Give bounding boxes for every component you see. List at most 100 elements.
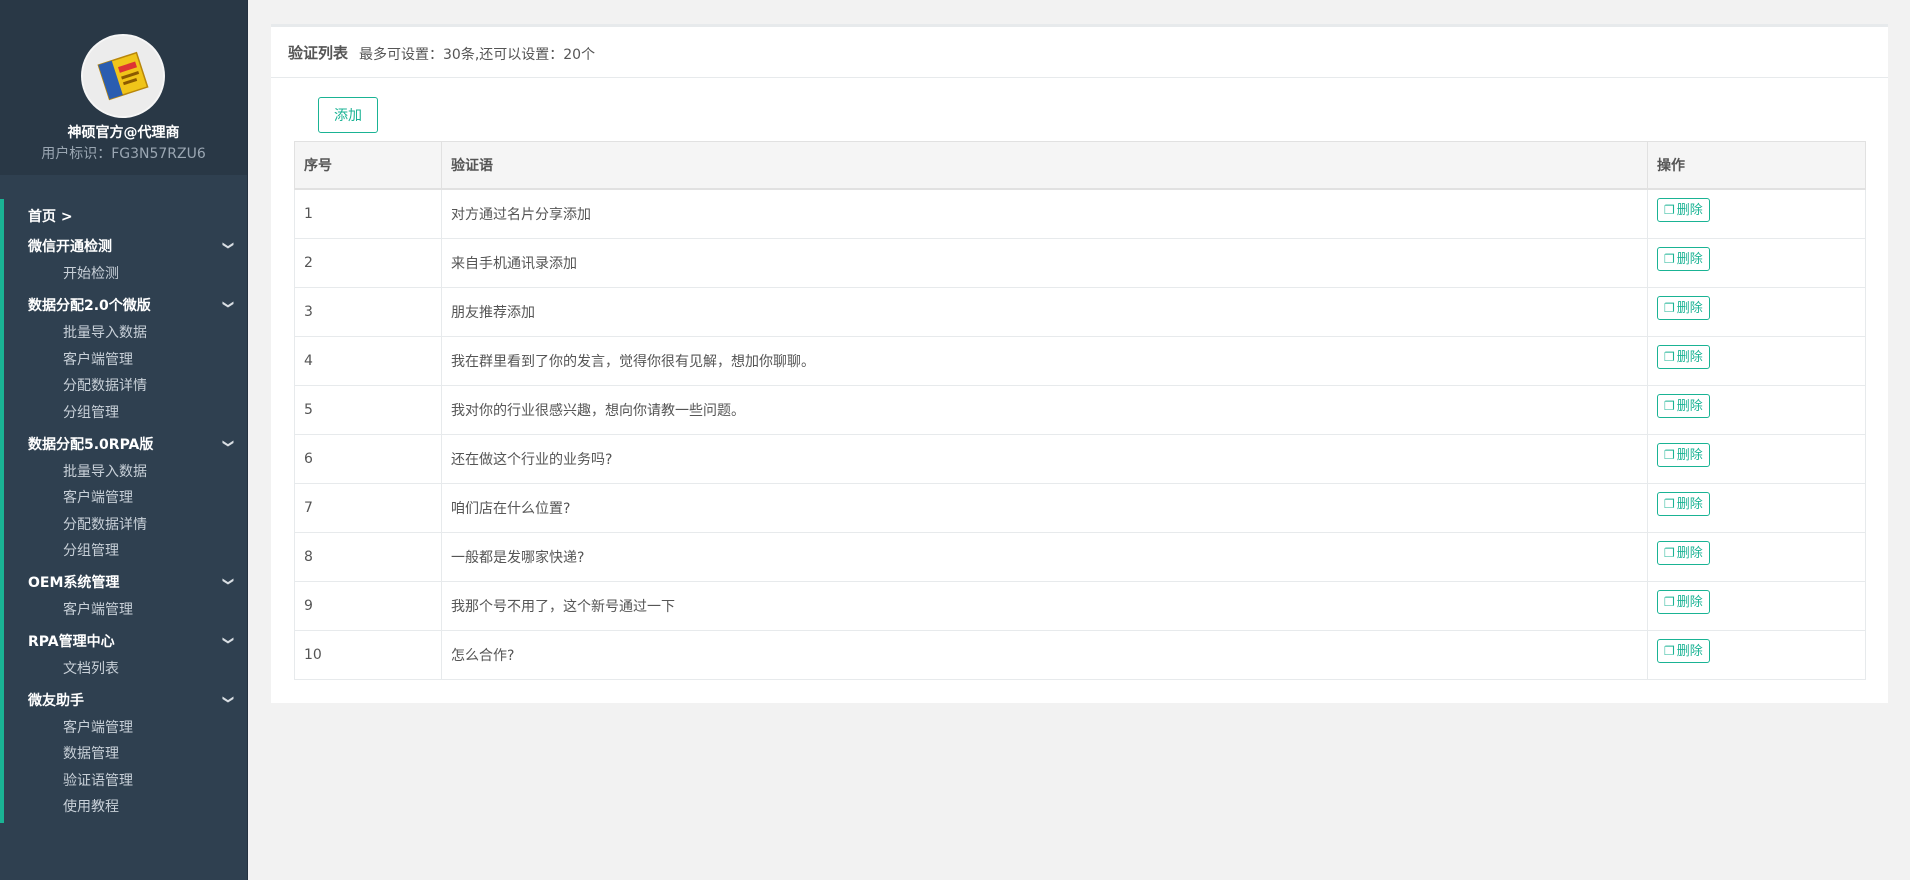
delete-label: 删除	[1676, 644, 1703, 659]
chevron-down-icon[interactable]: ❯	[222, 577, 235, 586]
copy-icon: ❐	[1664, 497, 1675, 511]
copy-icon: ❐	[1664, 448, 1675, 462]
copy-icon: ❐	[1664, 203, 1675, 217]
verify-table: 序号 验证语 操作 1 对方通过名片分享添加 ❐ 删除 2 来自手机通讯录添加 ❐…	[294, 141, 1866, 680]
table-row: 8 一般都是发哪家快递? ❐ 删除	[294, 532, 1866, 582]
chevron-down-icon[interactable]: ❯	[222, 636, 235, 645]
delete-label: 删除	[1676, 546, 1703, 561]
copy-icon: ❐	[1664, 301, 1675, 315]
cell-number: 10	[294, 630, 442, 680]
table-row: 2 来自手机通讯录添加 ❐ 删除	[294, 238, 1866, 288]
cell-text: 怎么合作?	[441, 630, 1648, 680]
user-name: 神硕官方@代理商	[67, 125, 180, 141]
chevron-down-icon[interactable]: ❯	[222, 439, 235, 448]
nav-item-client-manage[interactable]: 客户端管理	[63, 487, 133, 507]
cell-text: 一般都是发哪家快递?	[441, 532, 1648, 582]
nav-item-doc-list[interactable]: 文档列表	[63, 658, 119, 678]
user-id: 用户标识：FG3N57RZU6	[41, 146, 206, 162]
table-row: 10 怎么合作? ❐ 删除	[294, 630, 1866, 680]
delete-button[interactable]: ❐ 删除	[1657, 198, 1710, 222]
delete-label: 删除	[1676, 252, 1703, 267]
cell-action: ❐ 删除	[1647, 238, 1866, 288]
nav-item-group-manage[interactable]: 分组管理	[63, 402, 119, 422]
nav-item-tutorial[interactable]: 使用教程	[63, 796, 119, 816]
copy-icon: ❐	[1664, 399, 1675, 413]
verify-panel: 验证列表 最多可设置：30条,还可以设置：20个 添加 序号 验证语 操作 1 …	[271, 24, 1888, 703]
delete-button[interactable]: ❐ 删除	[1657, 443, 1710, 467]
cell-text: 我对你的行业很感兴趣，想向你请教一些问题。	[441, 385, 1648, 435]
copy-icon: ❐	[1664, 252, 1675, 266]
table-row: 5 我对你的行业很感兴趣，想向你请教一些问题。 ❐ 删除	[294, 385, 1866, 435]
cell-action: ❐ 删除	[1647, 532, 1866, 582]
cell-action: ❐ 删除	[1647, 483, 1866, 533]
table-row: 4 我在群里看到了你的发言，觉得你很有见解，想加你聊聊。 ❐ 删除	[294, 336, 1866, 386]
nav-item-batch-import[interactable]: 批量导入数据	[63, 461, 147, 481]
copy-icon: ❐	[1664, 546, 1675, 560]
delete-label: 删除	[1676, 497, 1703, 512]
delete-button[interactable]: ❐ 删除	[1657, 590, 1710, 614]
copy-icon: ❐	[1664, 350, 1675, 364]
table-header-row: 序号 验证语 操作	[294, 141, 1866, 190]
cell-action: ❐ 删除	[1647, 336, 1866, 386]
nav-item-client-manage[interactable]: 客户端管理	[63, 717, 133, 737]
cell-text: 还在做这个行业的业务吗?	[441, 434, 1648, 484]
nav-group-data-5[interactable]: 数据分配5.0RPA版	[28, 434, 153, 454]
nav-item-client-manage[interactable]: 客户端管理	[63, 349, 133, 369]
nav-group-oem[interactable]: OEM系统管理	[28, 572, 119, 592]
panel-header: 验证列表 最多可设置：30条,还可以设置：20个	[271, 27, 1888, 78]
table-row: 9 我那个号不用了，这个新号通过一下 ❐ 删除	[294, 581, 1866, 631]
nav-group-rpa[interactable]: RPA管理中心	[28, 631, 115, 651]
column-header-text: 验证语	[441, 141, 1648, 190]
add-button[interactable]: 添加	[318, 97, 378, 133]
panel-subtitle: 最多可设置：30条,还可以设置：20个	[359, 47, 596, 63]
nav-menu: 首页 > 微信开通检测 ❯ 开始检测 数据分配2.0个微版 ❯ 批量导入数据 客…	[0, 199, 247, 823]
cell-number: 7	[294, 483, 442, 533]
delete-button[interactable]: ❐ 删除	[1657, 345, 1710, 369]
cell-number: 4	[294, 336, 442, 386]
avatar[interactable]	[83, 36, 163, 116]
nav-item-distribution-detail[interactable]: 分配数据详情	[63, 514, 147, 534]
nav-home[interactable]: 首页 >	[28, 206, 73, 226]
delete-label: 删除	[1676, 350, 1703, 365]
table-row: 3 朋友推荐添加 ❐ 删除	[294, 287, 1866, 337]
delete-button[interactable]: ❐ 删除	[1657, 247, 1710, 271]
column-header-number: 序号	[294, 141, 442, 190]
table-row: 7 咱们店在什么位置? ❐ 删除	[294, 483, 1866, 533]
cell-action: ❐ 删除	[1647, 434, 1866, 484]
cell-text: 朋友推荐添加	[441, 287, 1648, 337]
cell-number: 2	[294, 238, 442, 288]
copy-icon: ❐	[1664, 644, 1675, 658]
nav-item-data-manage[interactable]: 数据管理	[63, 743, 119, 763]
delete-button[interactable]: ❐ 删除	[1657, 394, 1710, 418]
table-row: 6 还在做这个行业的业务吗? ❐ 删除	[294, 434, 1866, 484]
cell-number: 1	[294, 188, 442, 239]
nav-item-client-manage[interactable]: 客户端管理	[63, 599, 133, 619]
nav-item-distribution-detail[interactable]: 分配数据详情	[63, 375, 147, 395]
delete-button[interactable]: ❐ 删除	[1657, 639, 1710, 663]
nav-item-start-check[interactable]: 开始检测	[63, 263, 119, 283]
cell-number: 3	[294, 287, 442, 337]
nav-group-data-2[interactable]: 数据分配2.0个微版	[28, 295, 151, 315]
delete-button[interactable]: ❐ 删除	[1657, 541, 1710, 565]
column-header-action: 操作	[1647, 141, 1866, 190]
cell-action: ❐ 删除	[1647, 385, 1866, 435]
nav-item-batch-import[interactable]: 批量导入数据	[63, 322, 147, 342]
delete-label: 删除	[1676, 399, 1703, 414]
copy-icon: ❐	[1664, 595, 1675, 609]
cell-number: 6	[294, 434, 442, 484]
nav-item-verify-manage[interactable]: 验证语管理	[63, 770, 133, 790]
delete-button[interactable]: ❐ 删除	[1657, 296, 1710, 320]
delete-label: 删除	[1676, 301, 1703, 316]
nav-item-group-manage[interactable]: 分组管理	[63, 540, 119, 560]
chevron-down-icon[interactable]: ❯	[222, 300, 235, 309]
nav-group-weiyou[interactable]: 微友助手	[28, 690, 84, 710]
chevron-down-icon[interactable]: ❯	[222, 695, 235, 704]
cell-number: 5	[294, 385, 442, 435]
cell-text: 咱们店在什么位置?	[441, 483, 1648, 533]
delete-label: 删除	[1676, 203, 1703, 218]
delete-button[interactable]: ❐ 删除	[1657, 492, 1710, 516]
panel-title: 验证列表	[288, 44, 349, 62]
sidebar: 神硕官方@代理商 用户标识：FG3N57RZU6 首页 > 微信开通检测 ❯ 开…	[0, 0, 248, 880]
nav-group-wechat-check[interactable]: 微信开通检测	[28, 236, 112, 256]
chevron-down-icon[interactable]: ❯	[222, 241, 235, 250]
